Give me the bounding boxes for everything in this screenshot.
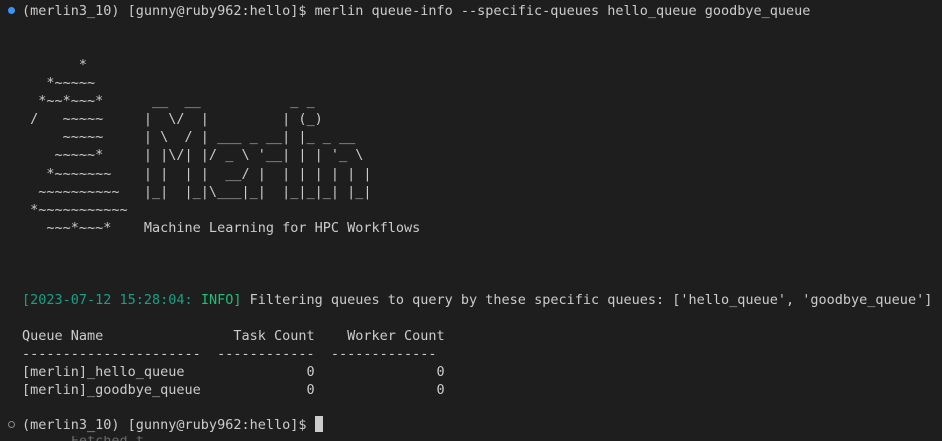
- text-cursor: [314, 416, 323, 432]
- prompt-text: (merlin3_10) [gunny@ruby962:hello]$: [22, 3, 315, 19]
- table-header: Queue Name Task Count Worker Count: [22, 328, 445, 344]
- table-row: [merlin]_goodbye_queue 0 0: [22, 382, 445, 398]
- merlin-ascii-banner: * *~~~~~ *~~*~~~* __ __ _ _ / ~~~~~ | \/…: [30, 57, 421, 236]
- command-text: merlin queue-info --specific-queues hell…: [314, 3, 811, 19]
- log-line: [2023-07-12 15:28:04: INFO] Filtering qu…: [22, 291, 932, 309]
- terminal-panel[interactable]: (merlin3_10) [gunny@ruby962:hello]$ merl…: [0, 0, 942, 441]
- command-pending-dot-icon[interactable]: [8, 421, 15, 428]
- command-line: (merlin3_10) [gunny@ruby962:hello]$ merl…: [22, 2, 810, 20]
- final-prompt-text: (merlin3_10) [gunny@ruby962:hello]$: [22, 417, 315, 433]
- log-level: INFO]: [192, 292, 242, 308]
- final-prompt-line[interactable]: (merlin3_10) [gunny@ruby962:hello]$: [22, 416, 323, 434]
- table-separator: ---------------------- ------------ ----…: [22, 346, 437, 362]
- log-timestamp: [2023-07-12 15:28:04:: [22, 292, 193, 308]
- cut-off-line: Fetched t: [22, 436, 144, 441]
- table-row: [merlin]_hello_queue 0 0: [22, 364, 445, 380]
- log-message: Filtering queues to query by these speci…: [241, 292, 933, 308]
- command-success-dot-icon[interactable]: [8, 7, 15, 14]
